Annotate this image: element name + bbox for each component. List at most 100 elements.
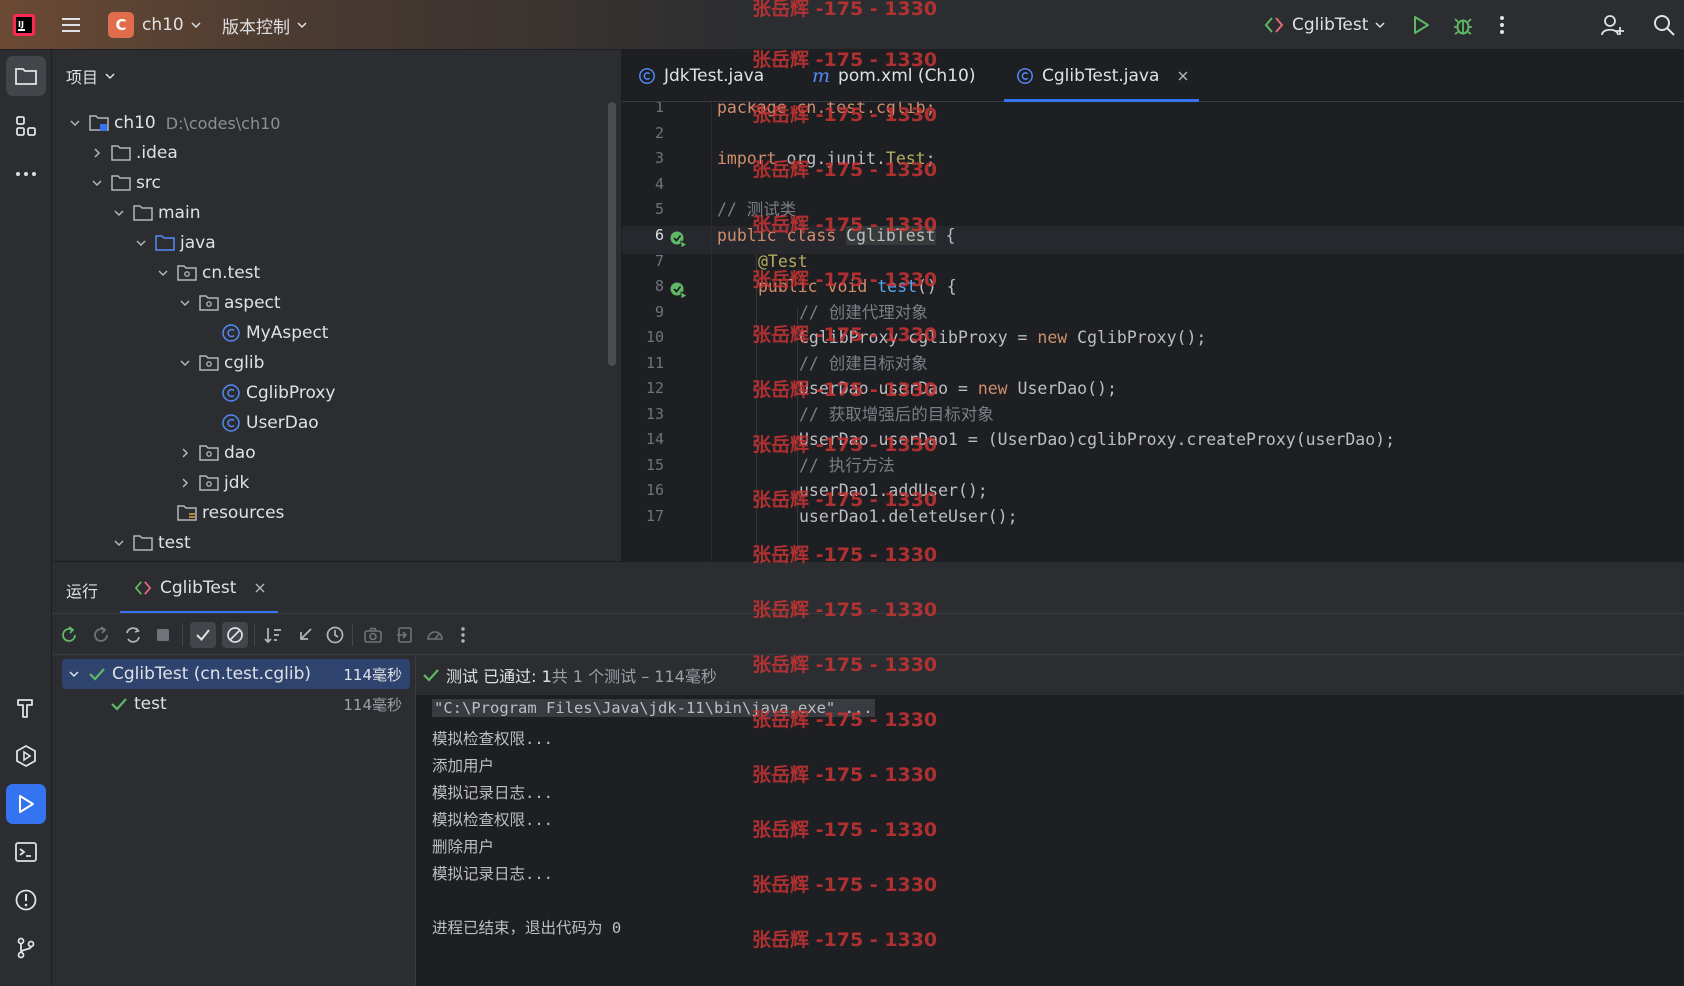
stop-button[interactable]: [150, 622, 176, 648]
chevron-down-icon[interactable]: [132, 234, 150, 252]
code-line: CglibProxy cglibProxy = new CglibProxy()…: [799, 324, 1206, 352]
code-text: ;: [925, 149, 936, 168]
code-editor[interactable]: 1 2 3 4 5 6 7 8 9 10 11 12 13 14 15 16 1…: [622, 102, 1684, 561]
chevron-right-icon[interactable]: [176, 444, 194, 462]
terminal-tool-button[interactable]: [6, 832, 46, 872]
line-number: 8: [654, 277, 664, 295]
search-button[interactable]: [1652, 0, 1676, 50]
import-results-button[interactable]: [392, 622, 418, 648]
tree-item-dao[interactable]: dao: [176, 438, 256, 468]
test-status-bar: 测试 已通过: 1 共 1 个测试 – 114毫秒: [416, 655, 1684, 695]
tree-item-java[interactable]: java: [132, 228, 216, 258]
code-text: new: [1037, 328, 1068, 347]
line-number: 11: [645, 353, 664, 372]
toolbar-divider: [352, 624, 353, 646]
toggle-auto-test-button[interactable]: [120, 622, 146, 648]
show-ignored-toggle[interactable]: [222, 622, 248, 648]
collapse-icon: [295, 625, 315, 645]
project-panel: 项目 ch10 D:\codes\ch10 .idea src main jav…: [52, 50, 622, 561]
main-menu-button[interactable]: [60, 0, 82, 50]
tree-item-ch10[interactable]: ch10 D:\codes\ch10: [66, 108, 280, 138]
console-command-line[interactable]: "C:\Program Files\Java\jdk-11\bin\java.e…: [432, 699, 875, 717]
chevron-right-icon[interactable]: [176, 474, 194, 492]
git-tool-button[interactable]: [6, 928, 46, 968]
debug-button[interactable]: [1452, 0, 1474, 50]
test-case-row[interactable]: test 114毫秒: [62, 689, 410, 719]
run-panel-header: 运行 CglibTest: [52, 561, 1684, 614]
more-actions-button[interactable]: [1494, 0, 1510, 50]
tree-item-jdk[interactable]: jdk: [176, 468, 249, 498]
rerun-button[interactable]: [56, 622, 82, 648]
project-scrollbar[interactable]: [608, 102, 616, 366]
close-icon[interactable]: [1177, 70, 1189, 82]
tab-pom-xml[interactable]: m pom.xml (Ch10): [812, 50, 975, 102]
run-test-gutter-icon[interactable]: [669, 230, 689, 250]
tab-jdktest[interactable]: JdkTest.java: [638, 50, 764, 102]
tree-item-userdao[interactable]: UserDao: [220, 408, 319, 438]
test-suite-row[interactable]: CglibTest (cn.test.cglib) 114毫秒: [62, 659, 410, 689]
close-icon[interactable]: [254, 582, 266, 594]
build-tool-button[interactable]: [6, 688, 46, 728]
tab-cglibtest[interactable]: CglibTest.java: [1003, 50, 1200, 102]
code-with-me-button[interactable]: [1600, 0, 1626, 50]
resources-folder-icon: [176, 503, 198, 523]
project-panel-title: 项目: [66, 68, 99, 87]
tree-item-myaspect[interactable]: MyAspect: [220, 318, 328, 348]
chevron-down-icon[interactable]: [66, 114, 84, 132]
project-view-selector[interactable]: 项目: [66, 64, 116, 88]
structure-tool-button[interactable]: [6, 106, 46, 146]
tree-item-cglib[interactable]: cglib: [176, 348, 264, 378]
tree-item-resources[interactable]: resources: [154, 498, 284, 528]
problems-tool-button[interactable]: [6, 880, 46, 920]
rerun-failed-button[interactable]: [88, 622, 114, 648]
tree-item-cglibproxy[interactable]: CglibProxy: [220, 378, 335, 408]
code-line: public class CglibTest {: [717, 222, 955, 250]
chevron-down-icon[interactable]: [110, 534, 128, 552]
chevron-down-icon[interactable]: [88, 174, 106, 192]
run-button[interactable]: [1410, 0, 1432, 50]
chevron-down-icon[interactable]: [68, 668, 80, 680]
chevron-down-icon: [1374, 19, 1386, 31]
auto-test-icon: [123, 625, 143, 645]
tree-item-label: resources: [202, 503, 285, 523]
chevron-down-icon[interactable]: [176, 294, 194, 312]
run-test-gutter-icon[interactable]: [669, 281, 689, 301]
console-line: 模拟检查权限...: [432, 730, 553, 748]
run-tab-cglibtest[interactable]: CglibTest: [120, 562, 279, 614]
tree-item-aspect[interactable]: aspect: [176, 288, 281, 318]
screenshot-button[interactable]: [360, 622, 386, 648]
run-console[interactable]: 测试 已通过: 1 共 1 个测试 – 114毫秒 "C:\Program Fi…: [416, 655, 1684, 986]
project-switcher[interactable]: C ch10: [108, 0, 202, 50]
chevron-right-icon[interactable]: [88, 144, 106, 162]
more-options-button[interactable]: [450, 622, 476, 648]
chevron-down-icon[interactable]: [176, 354, 194, 372]
code-text: new: [977, 379, 1008, 398]
show-passed-toggle[interactable]: [190, 622, 216, 648]
tree-item-src[interactable]: src: [88, 168, 161, 198]
test-passed-icon: [422, 667, 440, 683]
project-tool-button[interactable]: [6, 56, 46, 96]
collapse-all-button[interactable]: [292, 622, 318, 648]
tree-item-main[interactable]: main: [110, 198, 200, 228]
coverage-button[interactable]: [422, 622, 448, 648]
folder-icon: [110, 143, 132, 163]
sort-button[interactable]: [260, 622, 286, 648]
test-duration: 114毫秒: [343, 695, 402, 714]
tree-item-idea[interactable]: .idea: [88, 138, 178, 168]
tree-item-label: jdk: [224, 473, 250, 493]
chevron-down-icon[interactable]: [110, 204, 128, 222]
tree-item-cn-test[interactable]: cn.test: [154, 258, 260, 288]
test-history-button[interactable]: [322, 622, 348, 648]
run-tool-button[interactable]: [6, 784, 46, 824]
vcs-menu[interactable]: 版本控制: [222, 0, 308, 50]
services-tool-button[interactable]: [6, 736, 46, 776]
run-config-selector[interactable]: CglibTest: [1264, 0, 1386, 50]
app-logo-icon[interactable]: IJ: [12, 0, 36, 50]
console-line: 模拟记录日志...: [432, 865, 553, 883]
chevron-down-icon[interactable]: [154, 264, 172, 282]
tab-label: pom.xml (Ch10): [838, 66, 976, 86]
code-text: {: [935, 226, 956, 245]
tree-item-test[interactable]: test: [110, 528, 191, 558]
clock-icon: [325, 625, 345, 645]
more-tools-button[interactable]: [6, 154, 46, 194]
